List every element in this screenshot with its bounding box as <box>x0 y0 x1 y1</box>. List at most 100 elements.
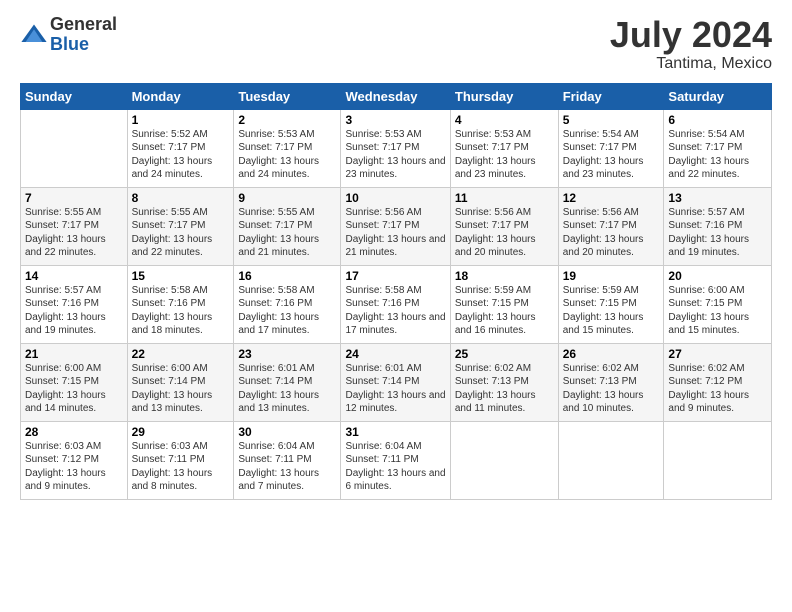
calendar-cell: 6Sunrise: 5:54 AMSunset: 7:17 PMDaylight… <box>664 109 772 187</box>
day-info: Sunrise: 5:56 AMSunset: 7:17 PMDaylight:… <box>563 206 660 260</box>
day-number: 11 <box>455 191 554 205</box>
day-info: Sunrise: 6:02 AMSunset: 7:13 PMDaylight:… <box>455 362 554 416</box>
calendar-cell: 23Sunrise: 6:01 AMSunset: 7:14 PMDayligh… <box>234 343 341 421</box>
calendar-cell: 20Sunrise: 6:00 AMSunset: 7:15 PMDayligh… <box>664 265 772 343</box>
calendar-cell: 4Sunrise: 5:53 AMSunset: 7:17 PMDaylight… <box>450 109 558 187</box>
day-info: Sunrise: 6:00 AMSunset: 7:14 PMDaylight:… <box>132 362 230 416</box>
day-number: 18 <box>455 269 554 283</box>
calendar-week-1: 7Sunrise: 5:55 AMSunset: 7:17 PMDaylight… <box>21 187 772 265</box>
location: Tantima, Mexico <box>610 55 772 73</box>
day-number: 5 <box>563 113 660 127</box>
calendar-cell: 26Sunrise: 6:02 AMSunset: 7:13 PMDayligh… <box>558 343 664 421</box>
calendar-cell: 29Sunrise: 6:03 AMSunset: 7:11 PMDayligh… <box>127 421 234 499</box>
logo-icon <box>20 21 48 49</box>
col-tuesday: Tuesday <box>234 83 341 109</box>
day-number: 6 <box>668 113 767 127</box>
calendar-cell: 8Sunrise: 5:55 AMSunset: 7:17 PMDaylight… <box>127 187 234 265</box>
day-number: 19 <box>563 269 660 283</box>
day-info: Sunrise: 5:57 AMSunset: 7:16 PMDaylight:… <box>25 284 123 338</box>
day-number: 23 <box>238 347 336 361</box>
day-number: 31 <box>345 425 445 439</box>
day-info: Sunrise: 5:53 AMSunset: 7:17 PMDaylight:… <box>238 128 336 182</box>
calendar-cell: 16Sunrise: 5:58 AMSunset: 7:16 PMDayligh… <box>234 265 341 343</box>
day-info: Sunrise: 5:56 AMSunset: 7:17 PMDaylight:… <box>455 206 554 260</box>
calendar-week-3: 21Sunrise: 6:00 AMSunset: 7:15 PMDayligh… <box>21 343 772 421</box>
day-info: Sunrise: 5:52 AMSunset: 7:17 PMDaylight:… <box>132 128 230 182</box>
day-number: 16 <box>238 269 336 283</box>
calendar-cell <box>21 109 128 187</box>
day-number: 27 <box>668 347 767 361</box>
calendar-cell <box>450 421 558 499</box>
calendar-cell: 17Sunrise: 5:58 AMSunset: 7:16 PMDayligh… <box>341 265 450 343</box>
col-monday: Monday <box>127 83 234 109</box>
day-number: 26 <box>563 347 660 361</box>
day-info: Sunrise: 5:55 AMSunset: 7:17 PMDaylight:… <box>132 206 230 260</box>
day-info: Sunrise: 5:54 AMSunset: 7:17 PMDaylight:… <box>668 128 767 182</box>
calendar-week-0: 1Sunrise: 5:52 AMSunset: 7:17 PMDaylight… <box>21 109 772 187</box>
calendar-cell: 22Sunrise: 6:00 AMSunset: 7:14 PMDayligh… <box>127 343 234 421</box>
calendar-cell: 18Sunrise: 5:59 AMSunset: 7:15 PMDayligh… <box>450 265 558 343</box>
day-info: Sunrise: 6:04 AMSunset: 7:11 PMDaylight:… <box>345 440 445 494</box>
calendar-cell: 28Sunrise: 6:03 AMSunset: 7:12 PMDayligh… <box>21 421 128 499</box>
day-info: Sunrise: 6:04 AMSunset: 7:11 PMDaylight:… <box>238 440 336 494</box>
day-info: Sunrise: 5:53 AMSunset: 7:17 PMDaylight:… <box>345 128 445 182</box>
calendar-cell: 11Sunrise: 5:56 AMSunset: 7:17 PMDayligh… <box>450 187 558 265</box>
col-saturday: Saturday <box>664 83 772 109</box>
day-number: 24 <box>345 347 445 361</box>
day-info: Sunrise: 5:59 AMSunset: 7:15 PMDaylight:… <box>455 284 554 338</box>
day-number: 9 <box>238 191 336 205</box>
day-number: 7 <box>25 191 123 205</box>
day-info: Sunrise: 6:03 AMSunset: 7:11 PMDaylight:… <box>132 440 230 494</box>
calendar-cell: 13Sunrise: 5:57 AMSunset: 7:16 PMDayligh… <box>664 187 772 265</box>
day-number: 22 <box>132 347 230 361</box>
page: General Blue July 2024 Tantima, Mexico S… <box>0 0 792 510</box>
day-info: Sunrise: 5:54 AMSunset: 7:17 PMDaylight:… <box>563 128 660 182</box>
title-block: July 2024 Tantima, Mexico <box>610 15 772 73</box>
calendar-cell: 2Sunrise: 5:53 AMSunset: 7:17 PMDaylight… <box>234 109 341 187</box>
day-info: Sunrise: 5:57 AMSunset: 7:16 PMDaylight:… <box>668 206 767 260</box>
day-number: 3 <box>345 113 445 127</box>
day-info: Sunrise: 5:58 AMSunset: 7:16 PMDaylight:… <box>345 284 445 338</box>
day-info: Sunrise: 5:55 AMSunset: 7:17 PMDaylight:… <box>25 206 123 260</box>
day-number: 15 <box>132 269 230 283</box>
day-info: Sunrise: 5:56 AMSunset: 7:17 PMDaylight:… <box>345 206 445 260</box>
day-number: 28 <box>25 425 123 439</box>
col-friday: Friday <box>558 83 664 109</box>
header: General Blue July 2024 Tantima, Mexico <box>20 15 772 73</box>
calendar-cell: 31Sunrise: 6:04 AMSunset: 7:11 PMDayligh… <box>341 421 450 499</box>
day-info: Sunrise: 6:02 AMSunset: 7:12 PMDaylight:… <box>668 362 767 416</box>
day-number: 13 <box>668 191 767 205</box>
day-number: 21 <box>25 347 123 361</box>
header-row: Sunday Monday Tuesday Wednesday Thursday… <box>21 83 772 109</box>
calendar-cell: 30Sunrise: 6:04 AMSunset: 7:11 PMDayligh… <box>234 421 341 499</box>
calendar-week-2: 14Sunrise: 5:57 AMSunset: 7:16 PMDayligh… <box>21 265 772 343</box>
day-number: 2 <box>238 113 336 127</box>
day-info: Sunrise: 6:01 AMSunset: 7:14 PMDaylight:… <box>345 362 445 416</box>
calendar-cell: 10Sunrise: 5:56 AMSunset: 7:17 PMDayligh… <box>341 187 450 265</box>
calendar-cell: 14Sunrise: 5:57 AMSunset: 7:16 PMDayligh… <box>21 265 128 343</box>
day-info: Sunrise: 5:59 AMSunset: 7:15 PMDaylight:… <box>563 284 660 338</box>
day-info: Sunrise: 5:55 AMSunset: 7:17 PMDaylight:… <box>238 206 336 260</box>
col-sunday: Sunday <box>21 83 128 109</box>
calendar-cell: 27Sunrise: 6:02 AMSunset: 7:12 PMDayligh… <box>664 343 772 421</box>
day-info: Sunrise: 6:01 AMSunset: 7:14 PMDaylight:… <box>238 362 336 416</box>
col-wednesday: Wednesday <box>341 83 450 109</box>
day-info: Sunrise: 6:03 AMSunset: 7:12 PMDaylight:… <box>25 440 123 494</box>
calendar-cell: 9Sunrise: 5:55 AMSunset: 7:17 PMDaylight… <box>234 187 341 265</box>
calendar-table: Sunday Monday Tuesday Wednesday Thursday… <box>20 83 772 500</box>
logo: General Blue <box>20 15 117 55</box>
calendar-cell <box>664 421 772 499</box>
day-number: 8 <box>132 191 230 205</box>
day-number: 25 <box>455 347 554 361</box>
day-number: 17 <box>345 269 445 283</box>
col-thursday: Thursday <box>450 83 558 109</box>
day-number: 20 <box>668 269 767 283</box>
day-info: Sunrise: 6:00 AMSunset: 7:15 PMDaylight:… <box>668 284 767 338</box>
calendar-cell: 15Sunrise: 5:58 AMSunset: 7:16 PMDayligh… <box>127 265 234 343</box>
day-info: Sunrise: 5:58 AMSunset: 7:16 PMDaylight:… <box>238 284 336 338</box>
logo-general: General <box>50 15 117 35</box>
calendar-week-4: 28Sunrise: 6:03 AMSunset: 7:12 PMDayligh… <box>21 421 772 499</box>
day-number: 1 <box>132 113 230 127</box>
day-number: 10 <box>345 191 445 205</box>
day-info: Sunrise: 6:02 AMSunset: 7:13 PMDaylight:… <box>563 362 660 416</box>
